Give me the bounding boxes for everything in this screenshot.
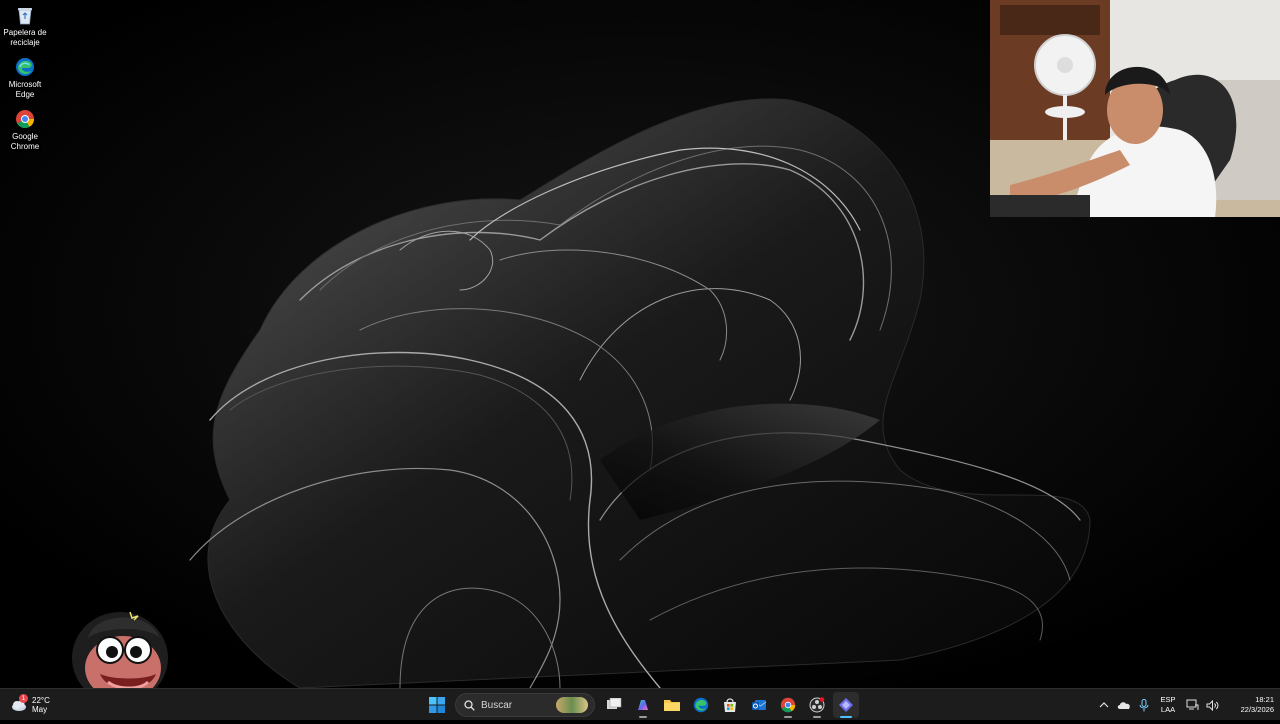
weather-temp: 22°C [32,696,50,705]
running-indicator [638,716,647,718]
edge-taskbar-button[interactable] [688,692,714,718]
search-highlight-image [556,697,588,713]
weather-widget[interactable]: 1 22°C May [10,691,50,719]
desktop-icon-label: Microsoft Edge [8,80,42,99]
volume-button[interactable] [1202,691,1222,719]
chrome-icon [780,697,795,713]
file-explorer-button[interactable] [659,692,685,718]
speaker-icon [1206,699,1218,711]
search-label: Buscar [481,699,513,711]
search-icon [464,699,475,711]
edge-icon [14,56,36,78]
input-language-button[interactable]: ESP LAA [1154,695,1182,715]
weather-subtitle: May [32,705,48,714]
cloud-icon [1117,701,1130,709]
weather-alert-badge: 1 [19,694,28,703]
running-indicator [783,716,792,718]
desktop-icon-edge[interactable]: Microsoft Edge [0,56,50,100]
active-indicator [839,716,852,718]
start-icon [428,697,445,713]
chevron-up-icon [1099,702,1109,708]
microphone-icon [1139,698,1149,711]
recycle-bin-icon [14,4,36,26]
active-app-button[interactable] [832,692,859,718]
microphone-button[interactable] [1134,691,1154,719]
running-indicator [812,716,821,718]
obs-button[interactable] [804,692,830,718]
start-button[interactable] [424,692,450,718]
copilot-icon [637,700,648,710]
chrome-taskbar-button[interactable] [775,692,801,718]
clock-date: 22/3/2026 [1240,705,1274,714]
desktop-icon-label: Google Chrome [10,132,40,151]
desktop-icon-label: Papelera de reciclaje [3,28,47,47]
network-icon [1186,699,1198,710]
desktop-icon-chrome[interactable]: Google Chrome [0,108,50,152]
desktop-icon-recycle-bin[interactable]: Papelera de reciclaje [0,4,50,48]
task-view-button[interactable] [601,692,627,718]
webcam-overlay [990,0,1280,217]
store-button[interactable] [717,692,743,718]
onedrive-button[interactable] [1114,691,1134,719]
keyboard-layout: LAA [1160,705,1176,714]
outlook-icon [751,700,766,710]
chrome-icon [14,108,36,130]
language-code: ESP [1160,695,1176,704]
show-hidden-icons-button[interactable] [1094,691,1114,719]
app-icon [838,698,853,712]
weather-icon: 1 [10,694,28,714]
file-explorer-icon [663,700,680,711]
taskbar: 1 22°C May Buscar ESP LAA 18:21 22/3/202… [0,688,1280,720]
store-icon [723,698,736,712]
task-view-icon [606,698,621,709]
taskbar-search-box[interactable]: Buscar [455,693,595,717]
copilot-button[interactable] [630,692,656,718]
outlook-button[interactable] [746,692,772,718]
network-button[interactable] [1182,691,1202,719]
clock[interactable]: 18:21 22/3/2026 [1226,695,1274,715]
obs-icon [809,697,824,713]
edge-icon [693,697,708,713]
clock-time: 18:21 [1255,695,1274,704]
